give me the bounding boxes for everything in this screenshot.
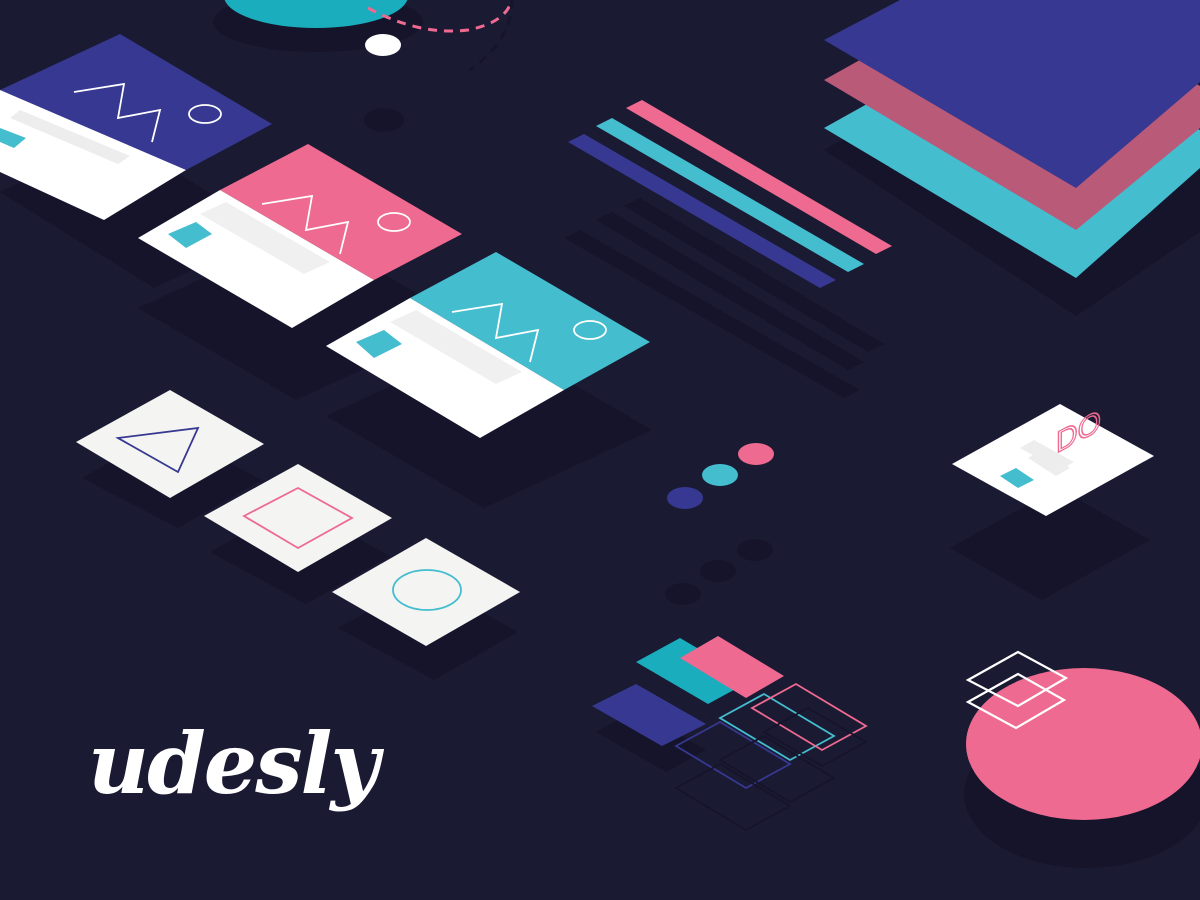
- mini-card: DO: [950, 402, 1154, 600]
- stripe-navy: [568, 134, 836, 288]
- dot-row: [665, 443, 774, 605]
- layer-stack: [824, 0, 1200, 316]
- palette-grid: [592, 636, 868, 832]
- brand-logo: udesly: [88, 714, 379, 813]
- white-dot: [365, 34, 401, 56]
- stripe-teal: [596, 118, 864, 272]
- pink-disc: [964, 668, 1200, 868]
